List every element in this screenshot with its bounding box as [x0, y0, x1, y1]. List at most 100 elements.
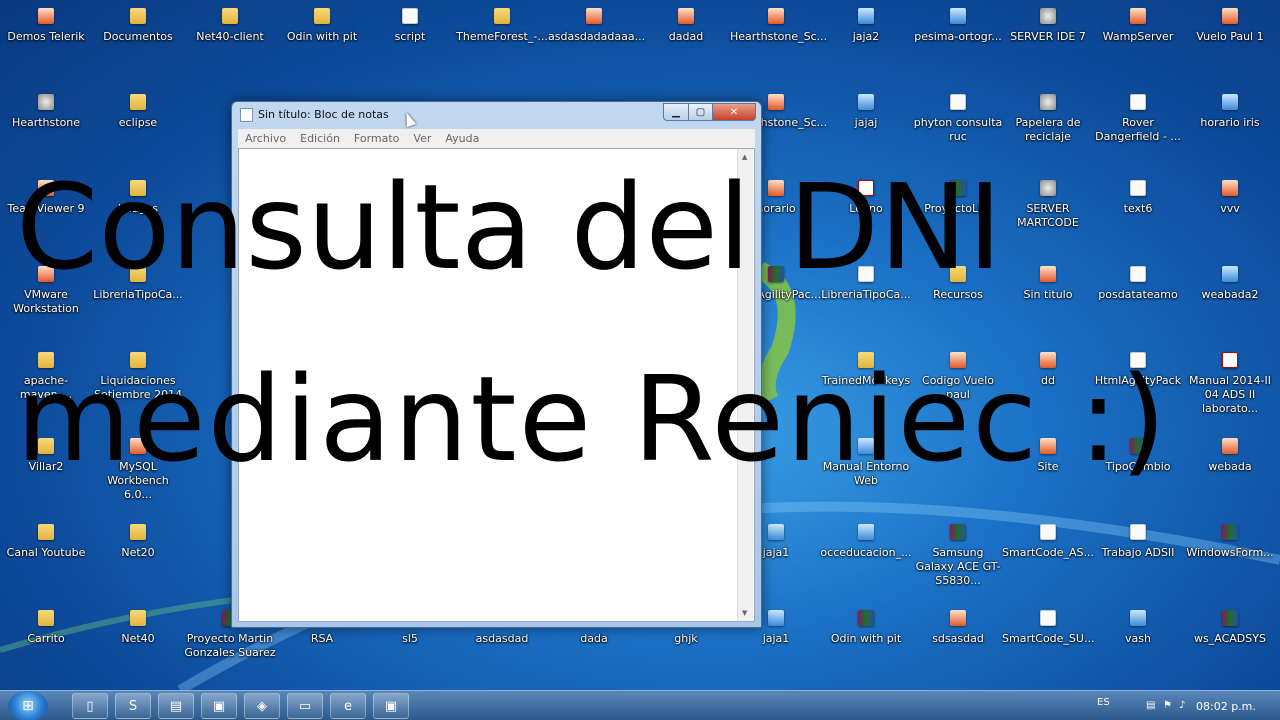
desktop-icon-label: sdsasdad — [932, 632, 984, 645]
desktop-icon-label: ghjk — [674, 632, 698, 645]
desktop-icon[interactable]: asdasdadadaaa... — [548, 2, 645, 86]
desktop-icon[interactable]: ThemeForest_-... — [456, 2, 548, 86]
menu-formato[interactable]: Formato — [347, 132, 407, 145]
desktop-icon[interactable]: SmartCode_SU... — [1002, 604, 1094, 688]
desktop-icon-label: jaja2 — [852, 30, 880, 43]
desktop-icon-label: Trabajo ADSII — [1101, 546, 1175, 559]
desktop-icon[interactable]: Demos Telerik — [0, 2, 92, 86]
app-icon — [768, 8, 784, 24]
language-indicator[interactable]: ES — [1097, 697, 1110, 708]
desktop-icon[interactable]: Papelera de reciclaje — [1002, 88, 1094, 172]
desktop-icon-label: eclipse — [118, 116, 158, 129]
desktop-icon[interactable]: Odin with pit — [820, 604, 912, 688]
desktop-icon[interactable]: script — [364, 2, 456, 86]
web-icon — [950, 8, 966, 24]
visual-studio-icon[interactable]: ◈ — [244, 693, 280, 719]
folder-icon — [222, 8, 238, 24]
desktop-icon[interactable]: horario iris — [1184, 88, 1276, 172]
camtasia-icon[interactable]: ▣ — [201, 693, 237, 719]
menu-ayuda[interactable]: Ayuda — [438, 132, 486, 145]
script-icon — [402, 8, 418, 24]
taskbar: ⊞ ▯ S ▤ ▣ ◈ ▭ e ▣ — [0, 690, 1280, 720]
desktop-icon[interactable]: occeducacion_... — [820, 518, 912, 602]
minimize-button[interactable]: ▁ — [663, 103, 689, 121]
app-icon — [1222, 8, 1238, 24]
desktop-icon[interactable]: dadad — [640, 2, 732, 86]
internet-explorer-icon[interactable]: e — [330, 693, 366, 719]
clock[interactable]: 08:02 p.m. — [1196, 700, 1256, 713]
explorer-icon[interactable]: ▯ — [72, 693, 108, 719]
desktop-icon-label: Net40 — [121, 632, 155, 645]
desktop-icon-label: horario iris — [1200, 116, 1260, 129]
desktop-icon-label: Sin titulo — [1023, 288, 1073, 301]
desktop-icon[interactable]: Net20 — [92, 518, 184, 602]
archive-icon — [1222, 610, 1238, 626]
desktop-icon[interactable]: Vuelo Paul 1 — [1184, 2, 1276, 86]
web-icon — [858, 94, 874, 110]
desktop-icon-label: Documentos — [103, 30, 173, 43]
desktop-icon-label: Net20 — [121, 546, 155, 559]
web-icon — [38, 8, 54, 24]
desktop-icon[interactable]: Odin with pit — [276, 2, 368, 86]
camtasia-recorder-icon[interactable]: ▣ — [373, 693, 409, 719]
desktop-icon-label: Hearthstone — [11, 116, 81, 129]
desktop-icon[interactable]: Net40-client — [184, 2, 276, 86]
web-icon — [858, 524, 874, 540]
desktop-icon-label: sl5 — [402, 632, 418, 645]
desktop-icon[interactable]: ws_ACADSYS — [1184, 604, 1276, 688]
desktop-icon-label: Rover Dangerfield - ... — [1095, 116, 1181, 143]
network-tray-icon[interactable]: ▤ — [1146, 700, 1158, 712]
desktop-icon-label: Carrito — [27, 632, 65, 645]
desktop-icon-label: asdasdad — [475, 632, 529, 645]
desktop-icon-label: occeducacion_... — [820, 546, 912, 559]
app-icon — [950, 610, 966, 626]
desktop-icon[interactable]: SERVER IDE 7 — [1002, 2, 1094, 86]
desktop-icon-label: ThemeForest_-... — [456, 30, 548, 43]
desktop-icon-label: posdatateamo — [1098, 288, 1178, 301]
desktop-icon[interactable]: Trabajo ADSII — [1092, 518, 1184, 602]
flag-tray-icon[interactable]: ⚑ — [1163, 700, 1175, 712]
menu-archivo[interactable]: Archivo — [238, 132, 293, 145]
desktop-icon-label: RSA — [310, 632, 334, 645]
menu-edicion[interactable]: Edición — [293, 132, 347, 145]
file-icon — [1040, 610, 1056, 626]
desktop-icon[interactable]: Net40 — [92, 604, 184, 688]
folder-icon — [314, 8, 330, 24]
desktop-icon[interactable]: pesima-ortogr... — [912, 2, 1004, 86]
folder-icon — [38, 524, 54, 540]
web-icon — [768, 610, 784, 626]
scroll-down-icon[interactable]: ▼ — [742, 609, 747, 617]
desktop-icon[interactable]: SmartCode_AS... — [1002, 518, 1094, 602]
folder-icon — [494, 8, 510, 24]
desktop-icon-label: Papelera de reciclaje — [1015, 116, 1081, 143]
desktop-icon[interactable]: Documentos — [92, 2, 184, 86]
desktop-icon[interactable]: Canal Youtube — [0, 518, 92, 602]
folder-icon — [130, 94, 146, 110]
maximize-button[interactable]: ▢ — [688, 103, 713, 121]
app-icon — [678, 8, 694, 24]
desktop-icon[interactable]: WindowsForm... — [1184, 518, 1276, 602]
desktop-icon[interactable]: sdsasdad — [912, 604, 1004, 688]
desktop-icon[interactable]: WampServer — [1092, 2, 1184, 86]
desktop-icon-label: dadad — [668, 30, 704, 43]
close-button[interactable]: ✕ — [712, 103, 756, 121]
desktop-icon[interactable]: Hearthstone_Sc... — [730, 2, 827, 86]
volume-tray-icon[interactable]: ♪ — [1179, 700, 1191, 712]
caption-line-2: mediante Reniec :) — [16, 350, 1169, 488]
notepad-icon — [240, 108, 253, 122]
desktop-icon[interactable]: jaja2 — [820, 2, 912, 86]
desktop-icon[interactable]: Samsung Galaxy ACE GT-S5830... — [912, 518, 1004, 602]
folder-icon — [130, 524, 146, 540]
window-icon[interactable]: ▭ — [287, 693, 323, 719]
start-button[interactable]: ⊞ — [8, 691, 48, 720]
menu-ver[interactable]: Ver — [406, 132, 438, 145]
menu-bar: Archivo Edición Formato Ver Ayuda — [238, 129, 755, 148]
desktop-icon[interactable]: vash — [1092, 604, 1184, 688]
desktop-icon[interactable]: Carrito — [0, 604, 92, 688]
archive-icon — [950, 524, 966, 540]
desktop-icon[interactable]: Rover Dangerfield - ... — [1092, 88, 1184, 172]
skype-icon[interactable]: S — [115, 693, 151, 719]
folder-icon — [130, 610, 146, 626]
desktop-icon-label: pesima-ortogr... — [914, 30, 1002, 43]
notepad-icon[interactable]: ▤ — [158, 693, 194, 719]
